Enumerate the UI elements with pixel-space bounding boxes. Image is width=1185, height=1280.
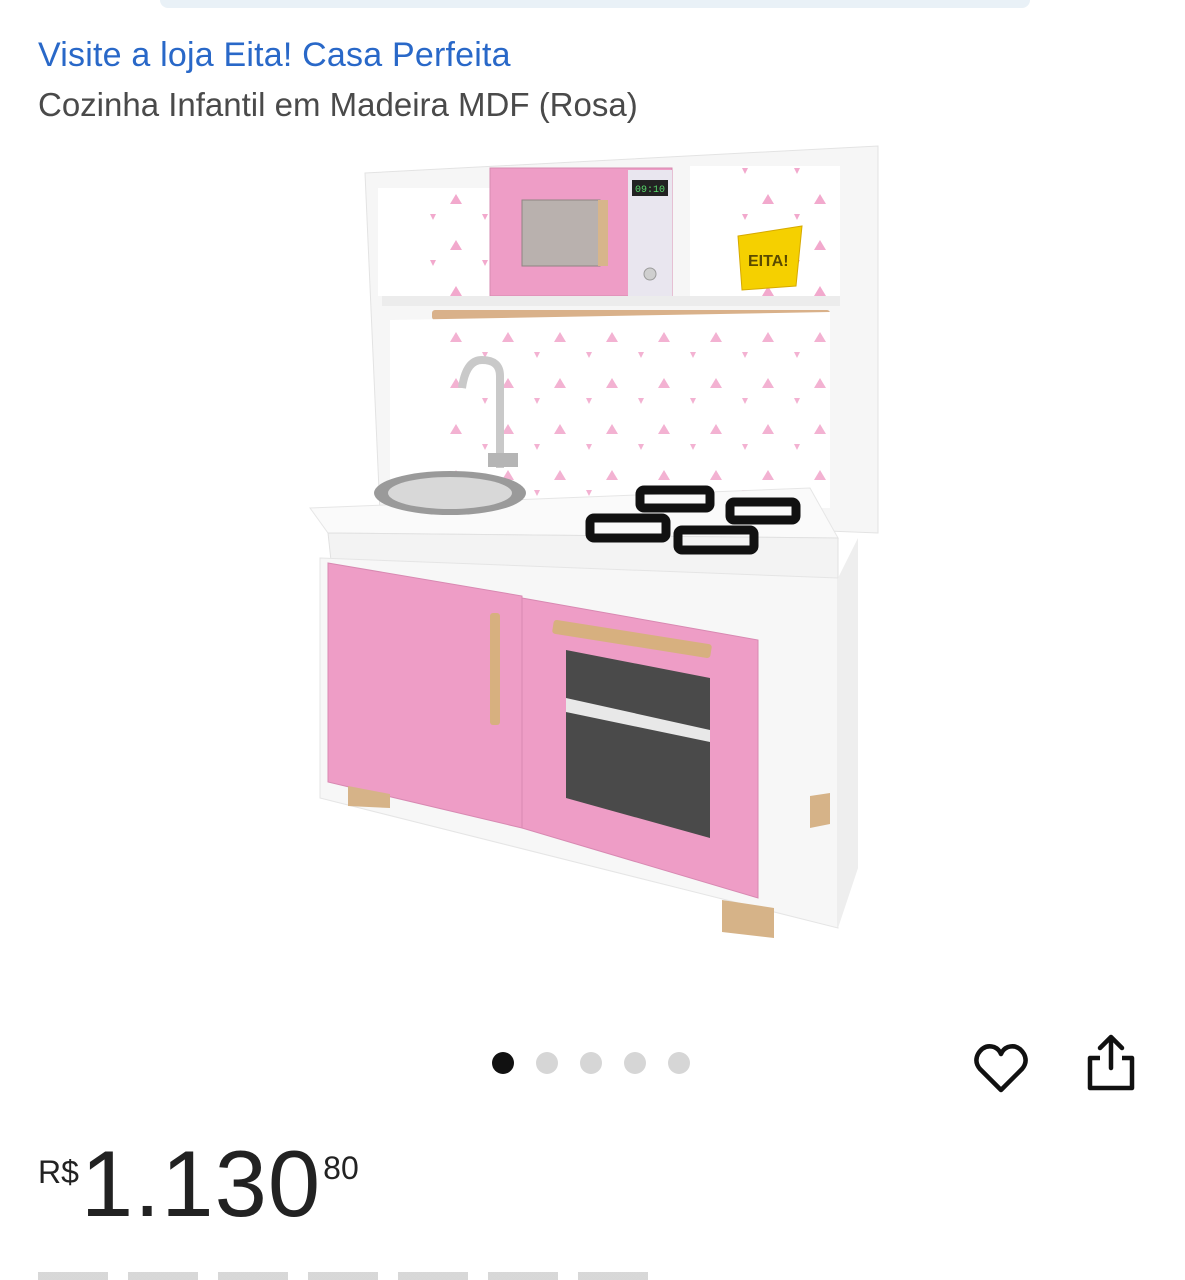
carousel-dot[interactable] [536,1052,558,1074]
price-cents: 80 [323,1150,359,1186]
cropped-text-line [38,1272,658,1280]
microwave-clock: 09:10 [635,185,665,196]
price-integer: 1.130 [80,1131,322,1236]
product-title: Cozinha Infantil em Madeira MDF (Rosa) [38,86,638,123]
product-image[interactable]: 09:10 EITA! [290,138,890,958]
price: R$ 1.130 80 [38,1136,359,1232]
store-link[interactable]: Visite a loja Eita! Casa Perfeita [38,36,511,75]
price-currency: R$ [38,1154,79,1190]
share-button[interactable] [1082,1032,1140,1096]
share-icon [1087,1034,1135,1091]
eita-logo: EITA! [737,225,803,291]
favorite-button[interactable] [972,1038,1030,1098]
carousel-dots [492,1052,690,1074]
carousel-dot[interactable] [624,1052,646,1074]
carousel-dot[interactable] [492,1052,514,1074]
carousel-dot[interactable] [580,1052,602,1074]
carousel-dot[interactable] [668,1052,690,1074]
svg-text:EITA!: EITA! [748,253,789,270]
top-strip [160,0,1030,8]
heart-icon [974,1044,1028,1093]
